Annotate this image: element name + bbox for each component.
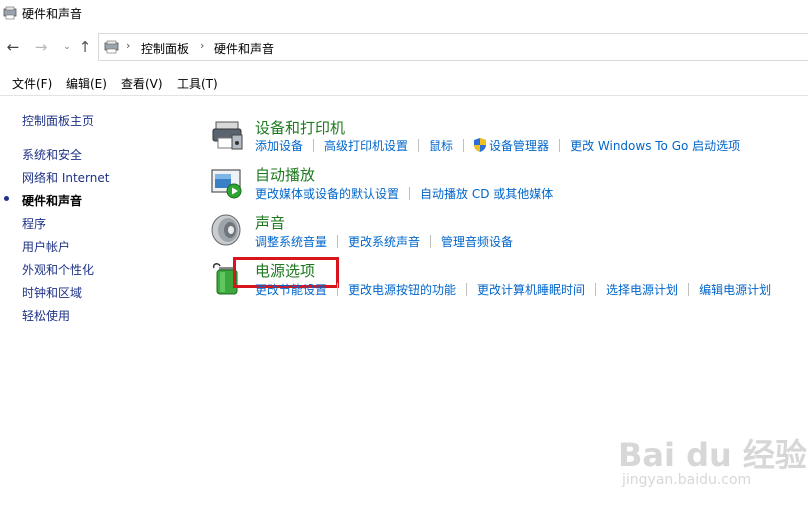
menu-file[interactable]: 文件(F): [12, 75, 52, 92]
link-divider: [559, 138, 561, 152]
link-divider: [595, 282, 597, 296]
back-arrow-icon[interactable]: ←: [5, 39, 21, 55]
link-change-power-buttons[interactable]: 更改电源按钮的功能: [348, 281, 456, 298]
sidebar-item-programs[interactable]: 程序: [22, 215, 46, 232]
link-divider: [337, 234, 339, 248]
forward-arrow-icon[interactable]: →: [33, 39, 49, 55]
sidebar-item-user-accounts[interactable]: 用户帐户: [22, 238, 70, 255]
link-divider: [430, 234, 432, 248]
link-change-power-saving[interactable]: 更改节能设置: [255, 281, 327, 298]
link-divider: [337, 282, 339, 296]
recent-locations-chevron-icon[interactable]: ⌄: [59, 39, 75, 55]
category-links-devices-printers: 添加设备 高级打印机设置 鼠标 设备管理器 更改 Windows To Go 启…: [255, 137, 740, 153]
breadcrumb-control-panel[interactable]: 控制面板: [141, 40, 189, 57]
menu-bar: 文件(F) 编辑(E) 查看(V) 工具(T): [0, 70, 808, 96]
speaker-icon: [211, 214, 241, 246]
link-advanced-printer-setup[interactable]: 高级打印机设置: [324, 137, 408, 154]
link-windows-to-go[interactable]: 更改 Windows To Go 启动选项: [570, 137, 740, 154]
title-bar: 硬件和声音: [0, 0, 808, 28]
menu-view[interactable]: 查看(V): [121, 75, 163, 92]
link-device-manager[interactable]: 设备管理器: [489, 137, 549, 154]
current-item-bullet-icon: [4, 196, 9, 201]
link-divider: [463, 138, 465, 152]
link-edit-power-plan[interactable]: 编辑电源计划: [699, 281, 771, 298]
watermark-url: jingyan.baidu.com: [622, 472, 752, 488]
category-title-devices-printers[interactable]: 设备和打印机: [255, 117, 345, 138]
link-divider: [409, 186, 411, 200]
link-choose-power-plan[interactable]: 选择电源计划: [606, 281, 678, 298]
autoplay-icon: [211, 169, 242, 199]
link-divider: [466, 282, 468, 296]
category-title-power-options[interactable]: 电源选项: [255, 260, 315, 281]
menu-edit[interactable]: 编辑(E): [66, 75, 107, 92]
uac-shield-icon: [474, 138, 487, 152]
watermark-brand: Bai du 经验: [618, 436, 807, 474]
window-title: 硬件和声音: [22, 7, 83, 21]
sidebar-item-network[interactable]: 网络和 Internet: [22, 169, 109, 186]
control-panel-icon: [104, 40, 119, 54]
sidebar-item-clock-region[interactable]: 时钟和区域: [22, 284, 82, 301]
navigation-bar: ← → ⌄ ↑ › 控制面板 › 硬件和声音: [0, 30, 808, 64]
link-manage-audio-devices[interactable]: 管理音频设备: [441, 233, 513, 250]
link-change-sleep-time[interactable]: 更改计算机睡眠时间: [477, 281, 585, 298]
printer-icon: [212, 121, 243, 150]
link-adjust-volume[interactable]: 调整系统音量: [255, 233, 327, 250]
link-divider: [418, 138, 420, 152]
breadcrumb-separator-icon: ›: [200, 39, 205, 52]
sidebar-item-home[interactable]: 控制面板主页: [22, 112, 94, 129]
sidebar-item-ease-of-access[interactable]: 轻松使用: [22, 307, 70, 324]
category-links-sound: 调整系统音量 更改系统声音 管理音频设备: [255, 233, 513, 249]
address-bar[interactable]: › 控制面板 › 硬件和声音: [98, 33, 808, 61]
up-arrow-icon[interactable]: ↑: [77, 39, 93, 55]
breadcrumb-separator-icon: ›: [126, 39, 131, 52]
link-add-device[interactable]: 添加设备: [255, 137, 303, 154]
breadcrumb-hardware-sound[interactable]: 硬件和声音: [214, 40, 274, 57]
category-title-autoplay[interactable]: 自动播放: [255, 164, 315, 185]
sidebar-item-system-security[interactable]: 系统和安全: [22, 146, 82, 163]
link-change-system-sounds[interactable]: 更改系统声音: [348, 233, 420, 250]
sidebar-item-appearance[interactable]: 外观和个性化: [22, 261, 94, 278]
baidu-watermark: Bai du 经验 jingyan.baidu.com: [612, 424, 807, 492]
category-links-power-options: 更改节能设置 更改电源按钮的功能 更改计算机睡眠时间 选择电源计划 编辑电源计划: [255, 281, 771, 297]
link-change-media-defaults[interactable]: 更改媒体或设备的默认设置: [255, 185, 399, 202]
link-mouse[interactable]: 鼠标: [429, 137, 453, 154]
control-panel-icon: [3, 6, 17, 20]
sidebar-item-hardware-sound: 硬件和声音: [22, 194, 83, 208]
category-links-autoplay: 更改媒体或设备的默认设置 自动播放 CD 或其他媒体: [255, 185, 553, 201]
category-title-sound[interactable]: 声音: [255, 212, 285, 233]
menu-tools[interactable]: 工具(T): [177, 75, 218, 92]
link-autoplay-cd[interactable]: 自动播放 CD 或其他媒体: [420, 185, 553, 202]
link-divider: [688, 282, 690, 296]
link-divider: [313, 138, 315, 152]
